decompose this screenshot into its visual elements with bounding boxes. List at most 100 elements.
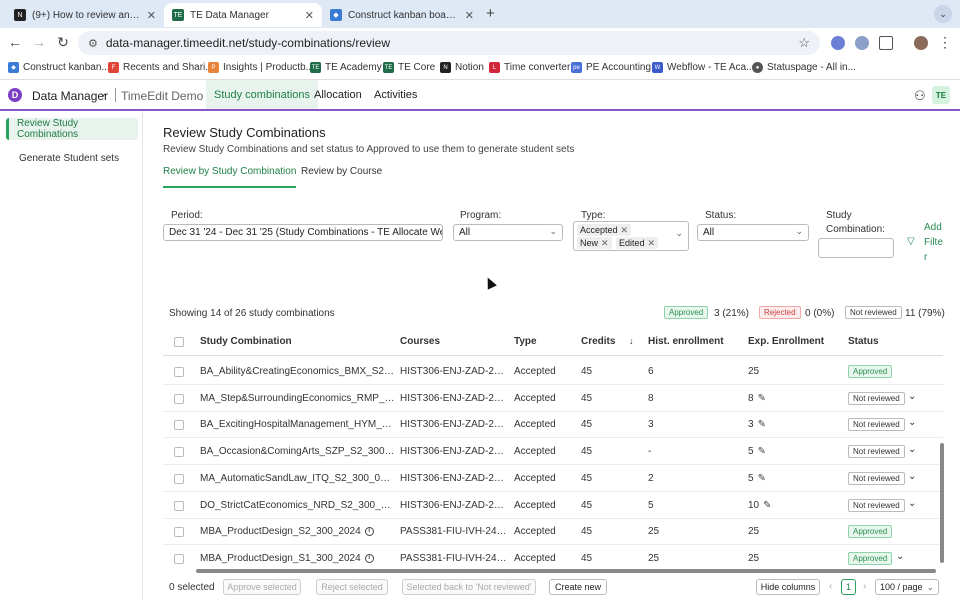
study-combination-cell[interactable]: DO_StrictCatEconomics_NRD_S2_300_006i bbox=[200, 500, 395, 511]
row-checkbox[interactable] bbox=[174, 474, 184, 484]
add-filter-link[interactable]: r bbox=[924, 251, 927, 265]
study-combination-cell[interactable]: MBA_ProductDesign_S1_300_2024 i bbox=[200, 553, 374, 564]
row-checkbox[interactable] bbox=[174, 394, 184, 404]
close-tab-icon[interactable]: ✕ bbox=[465, 9, 474, 22]
te-avatar[interactable]: TE bbox=[932, 86, 950, 104]
reject-selected-button[interactable]: Reject selected bbox=[316, 579, 388, 595]
browser-tab-1[interactable]: N (9+) How to review and acce ✕ bbox=[6, 3, 164, 27]
browser-tab-3[interactable]: ◆ Construct kanban board - Ap ✕ bbox=[322, 3, 482, 27]
chevron-down-icon[interactable]: ⌄ bbox=[99, 88, 107, 99]
study-combination-cell[interactable]: BA_Ability&CreatingEconomics_BMX_S2_300_… bbox=[200, 366, 395, 377]
bookmark-item[interactable]: L Time converter bbox=[489, 62, 570, 73]
bookmark-item[interactable]: W Webflow - TE Aca... bbox=[652, 62, 754, 73]
close-tab-icon[interactable]: ✕ bbox=[147, 9, 156, 22]
type-multiselect[interactable]: Accepted ✕ New ✕ Edited ✕ ⌄ bbox=[573, 221, 689, 251]
filter-icon[interactable]: ▽ bbox=[907, 236, 915, 247]
column-header[interactable]: Status bbox=[848, 336, 879, 347]
vertical-scrollbar[interactable] bbox=[940, 443, 944, 563]
add-filter-link[interactable]: Add bbox=[924, 221, 942, 235]
row-checkbox[interactable] bbox=[174, 447, 184, 457]
create-new-button[interactable]: Create new bbox=[549, 579, 607, 595]
period-select[interactable]: Dec 31 '24 - Dec 31 '25 (Study Combinati… bbox=[163, 224, 443, 241]
row-checkbox[interactable] bbox=[174, 527, 184, 537]
bookmark-item[interactable]: ◆ Construct kanban... bbox=[8, 62, 110, 73]
close-tab-icon[interactable]: ✕ bbox=[305, 9, 314, 22]
bookmark-item[interactable]: N Notion bbox=[440, 62, 484, 73]
column-header[interactable]: Courses bbox=[400, 336, 440, 347]
back-icon[interactable]: ← bbox=[6, 34, 24, 50]
study-combination-cell[interactable]: BA_ExcitingHospitalManagement_HYM_S2_30.… bbox=[200, 419, 395, 430]
site-info-icon[interactable]: ⚙ bbox=[88, 37, 98, 50]
edit-icon[interactable]: ✎ bbox=[758, 419, 766, 430]
remove-tag-icon[interactable]: ✕ bbox=[621, 225, 629, 236]
row-checkbox[interactable] bbox=[174, 554, 184, 564]
sidebar-item-review-study-combinations[interactable]: Review Study Combinations bbox=[6, 118, 138, 140]
nav-tab-activities[interactable]: Activities bbox=[366, 80, 425, 109]
row-checkbox[interactable] bbox=[174, 367, 184, 377]
table-row[interactable]: MBA_ProductDesign_S1_300_2024 i PASS381-FI… bbox=[163, 546, 943, 569]
edit-icon[interactable]: ✎ bbox=[758, 446, 766, 457]
edit-icon[interactable]: ✎ bbox=[763, 500, 771, 511]
chevron-down-icon[interactable]: ⌄ bbox=[908, 498, 916, 509]
table-row[interactable]: MA_AutomaticSandLaw_ITQ_S2_300_005i HIST3… bbox=[163, 466, 943, 492]
study-combination-cell[interactable]: MBA_ProductDesign_S2_300_2024 i bbox=[200, 526, 374, 537]
next-page-icon[interactable]: › bbox=[863, 581, 866, 592]
bookmark-item[interactable]: TE TE Academy bbox=[310, 62, 382, 73]
chevron-down-icon[interactable]: ⌄ bbox=[908, 417, 916, 428]
add-filter-link[interactable]: Filte bbox=[924, 236, 943, 250]
row-checkbox[interactable] bbox=[174, 501, 184, 511]
horizontal-scrollbar[interactable] bbox=[196, 569, 936, 573]
approve-selected-button[interactable]: Approve selected bbox=[223, 579, 301, 595]
prev-page-icon[interactable]: ‹ bbox=[829, 581, 832, 592]
chevron-down-icon[interactable]: ⌄ bbox=[896, 551, 904, 562]
sort-arrow-icon[interactable]: ↓ bbox=[629, 336, 634, 346]
edit-icon[interactable]: ✎ bbox=[758, 393, 766, 404]
url-bar[interactable]: ⚙ data-manager.timeedit.net/study-combin… bbox=[78, 31, 820, 55]
tab-search-icon[interactable]: ⌄ bbox=[934, 5, 952, 23]
study-combination-cell[interactable]: MA_AutomaticSandLaw_ITQ_S2_300_005i bbox=[200, 473, 395, 484]
remove-tag-icon[interactable]: ✕ bbox=[648, 238, 656, 249]
bookmark-item[interactable]: ● Statuspage - All in... bbox=[752, 62, 856, 73]
column-header[interactable]: Exp. Enrollment bbox=[748, 336, 824, 347]
column-header[interactable]: Hist. enrollment bbox=[648, 336, 724, 347]
hide-columns-button[interactable]: Hide columns bbox=[756, 579, 820, 595]
info-icon[interactable]: i bbox=[364, 526, 374, 536]
table-row[interactable]: MA_Step&SurroundingEconomics_RMP_S2_3...… bbox=[163, 386, 943, 412]
study-combination-cell[interactable]: BA_Occasion&ComingArts_SZP_S2_300_004i bbox=[200, 446, 395, 457]
profile-avatar[interactable] bbox=[914, 36, 928, 50]
forward-icon[interactable]: → bbox=[30, 34, 48, 50]
row-checkbox[interactable] bbox=[174, 420, 184, 430]
page-size-select[interactable]: 100 / page ⌄ bbox=[875, 579, 939, 595]
bookmark-item[interactable]: pe PE Accounting bbox=[571, 62, 651, 73]
column-header[interactable]: Study Combination bbox=[200, 336, 292, 347]
column-header[interactable]: Credits bbox=[581, 336, 615, 347]
user-icon[interactable]: ⚇ bbox=[914, 88, 926, 104]
tab-review-by-study-combination[interactable]: Review by Study Combination bbox=[163, 166, 297, 188]
table-row[interactable]: BA_ExcitingHospitalManagement_HYM_S2_30.… bbox=[163, 412, 943, 438]
column-header[interactable]: Type bbox=[514, 336, 537, 347]
study-combination-cell[interactable]: MA_Step&SurroundingEconomics_RMP_S2_3... bbox=[200, 393, 395, 404]
page-number-button[interactable]: 1 bbox=[841, 579, 856, 595]
bookmark-item[interactable]: F Recents and Shari... bbox=[108, 62, 214, 73]
extension-icon[interactable] bbox=[855, 36, 869, 50]
sidebar-item-generate-student-sets[interactable]: Generate Student sets bbox=[6, 147, 138, 169]
chevron-down-icon[interactable]: ⌄ bbox=[908, 391, 916, 402]
bookmark-star-icon[interactable]: ☆ bbox=[798, 35, 810, 51]
browser-menu-icon[interactable]: ⋮ bbox=[936, 34, 954, 51]
reload-icon[interactable]: ↻ bbox=[54, 34, 72, 51]
chevron-down-icon[interactable]: ⌄ bbox=[908, 471, 916, 482]
bookmark-item[interactable]: P Insights | Productb... bbox=[208, 62, 314, 73]
table-row[interactable]: BA_Ability&CreatingEconomics_BMX_S2_300_… bbox=[163, 359, 943, 385]
info-icon[interactable]: i bbox=[364, 553, 374, 563]
app-name[interactable]: Data Manager bbox=[32, 89, 108, 103]
back-to-not-reviewed-button[interactable]: Selected back to 'Not reviewed' bbox=[402, 579, 536, 595]
tab-review-by-course[interactable]: Review by Course bbox=[301, 166, 382, 188]
combination-input[interactable] bbox=[818, 238, 894, 258]
browser-tab-2[interactable]: TE TE Data Manager ✕ bbox=[164, 3, 322, 27]
program-select[interactable]: All ⌄ bbox=[453, 224, 563, 241]
new-tab-icon[interactable]: + bbox=[486, 5, 495, 22]
status-select[interactable]: All ⌄ bbox=[697, 224, 809, 241]
table-row[interactable]: MBA_ProductDesign_S2_300_2024 i PASS381-FI… bbox=[163, 519, 943, 545]
remove-tag-icon[interactable]: ✕ bbox=[601, 238, 609, 249]
extensions-puzzle-icon[interactable] bbox=[879, 36, 893, 50]
